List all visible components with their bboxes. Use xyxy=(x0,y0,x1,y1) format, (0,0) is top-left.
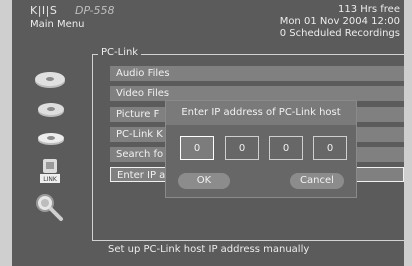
free-space-text: 113 Hrs free xyxy=(337,4,400,15)
brand-logo: K|I|S xyxy=(30,4,58,17)
search-icon[interactable] xyxy=(34,192,64,226)
ip-dialog-title: Enter IP address of PC-Link host xyxy=(166,101,356,125)
model-logo: DP-558 xyxy=(75,4,115,17)
scheduled-recordings-text: 0 Scheduled Recordings xyxy=(279,28,400,39)
music-disc-icon[interactable] xyxy=(34,69,66,93)
pc-link-icon-label: LINK xyxy=(43,176,58,183)
ip-octet-4[interactable]: 0 xyxy=(313,136,347,160)
ok-button[interactable]: OK xyxy=(178,173,230,189)
pclink-group-title: PC-Link xyxy=(98,47,142,58)
datetime-text: Mon 01 Nov 2004 12:00 xyxy=(279,16,400,27)
menu-item-video-files[interactable]: Video Files xyxy=(110,86,404,101)
picture-disc-icon[interactable] xyxy=(36,131,66,151)
ip-octet-2[interactable]: 0 xyxy=(225,136,259,160)
cancel-button[interactable]: Cancel xyxy=(290,173,344,189)
menu-title: Main Menu xyxy=(30,19,85,30)
tv-screen: K|I|S DP-558 Main Menu 113 Hrs free Mon … xyxy=(12,0,404,266)
menu-item-audio-files[interactable]: Audio Files xyxy=(110,66,404,81)
ip-dialog: Enter IP address of PC-Link host 0 0 0 0… xyxy=(165,100,357,198)
video-disc-icon[interactable] xyxy=(36,101,66,123)
ip-octet-1[interactable]: 0 xyxy=(180,136,214,160)
tv-frame: K|I|S DP-558 Main Menu 113 Hrs free Mon … xyxy=(0,0,412,266)
header-info: 113 Hrs free Mon 01 Nov 2004 12:00 0 Sch… xyxy=(280,4,400,40)
ip-octet-3[interactable]: 0 xyxy=(269,136,303,160)
status-bar: Set up PC-Link host IP address manually xyxy=(92,240,404,266)
pc-link-icon[interactable]: LINK xyxy=(40,159,60,187)
